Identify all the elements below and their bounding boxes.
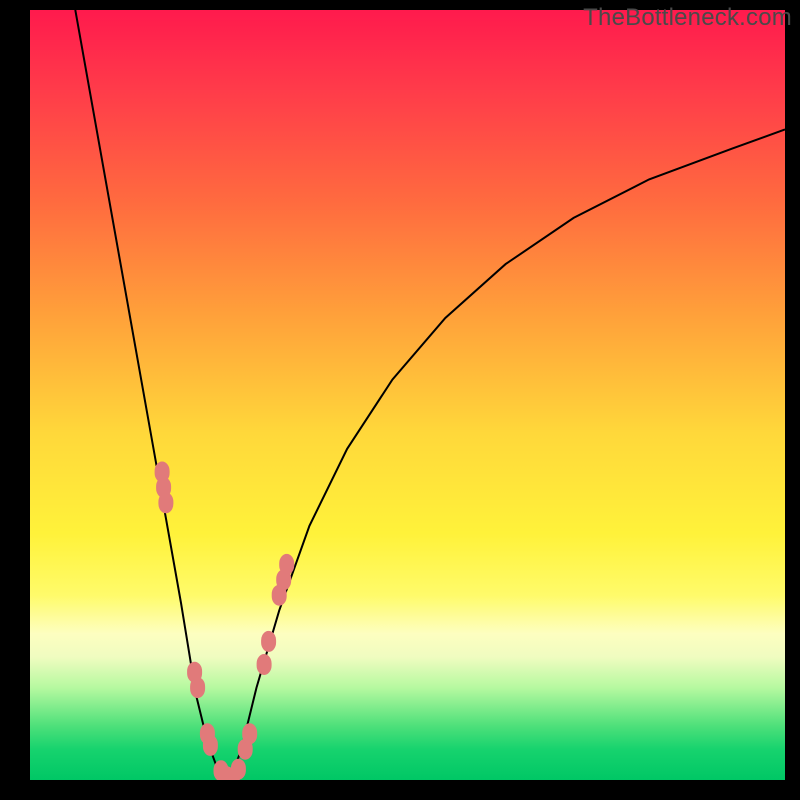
chart-svg — [30, 10, 785, 780]
right-curve — [230, 129, 785, 780]
chart-markers — [155, 462, 294, 780]
chart-marker — [203, 735, 217, 755]
chart-marker — [159, 493, 173, 513]
chart-marker — [280, 554, 294, 574]
chart-plot-area — [30, 10, 785, 780]
chart-marker — [243, 724, 257, 744]
left-curve — [75, 10, 230, 780]
chart-marker — [257, 655, 271, 675]
chart-marker — [262, 631, 276, 651]
chart-marker — [231, 759, 245, 779]
chart-marker — [191, 678, 205, 698]
